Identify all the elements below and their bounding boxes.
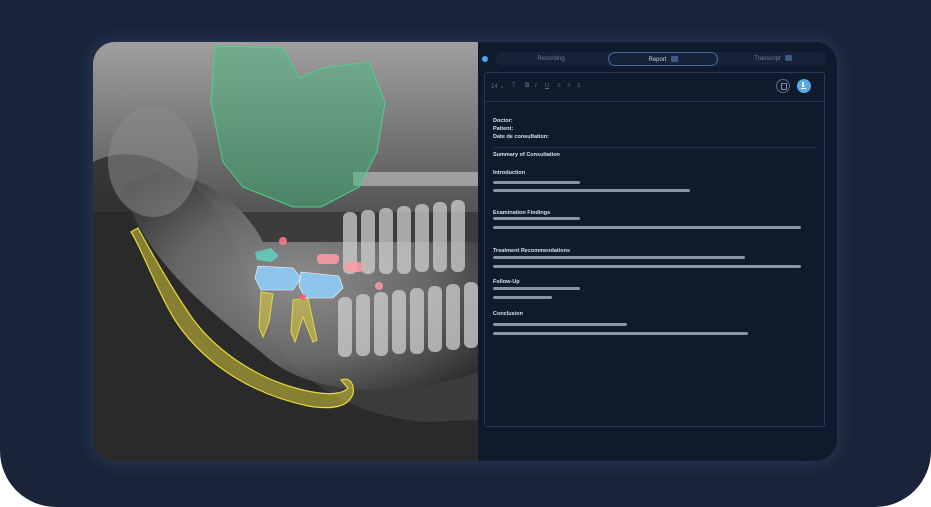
doctor-label: Doctor: (493, 118, 513, 124)
lesion-annotation-2[interactable] (317, 254, 339, 264)
patient-label: Patient: (493, 126, 514, 132)
align-right-button[interactable]: ≡ (577, 83, 581, 89)
report-tab-icon (670, 56, 678, 63)
tab-report[interactable]: Report (608, 52, 718, 66)
bold-button[interactable]: B (525, 83, 529, 89)
copy-icon[interactable] (776, 79, 790, 93)
xray-viewer[interactable] (93, 42, 478, 461)
section-title-examination: Examination Findings (493, 210, 551, 216)
app-background: Recording Report Transcript 14 ⌄ T B I U… (0, 0, 931, 507)
crown-annotation-1[interactable] (254, 265, 302, 291)
condyle-region (108, 107, 198, 217)
text-placeholder-line (493, 217, 580, 220)
section-title-introduction: Introduction (493, 170, 526, 176)
download-icon[interactable] (797, 79, 811, 93)
text-style-button[interactable]: T (512, 83, 516, 89)
text-placeholder-line (493, 332, 748, 335)
underline-button[interactable]: U (545, 83, 549, 89)
text-placeholder-line (493, 256, 745, 259)
font-size-select[interactable]: 14 ⌄ (491, 83, 504, 90)
text-placeholder-line (493, 189, 690, 192)
align-left-button[interactable]: ≡ (557, 83, 561, 89)
report-editor[interactable]: 14 ⌄ T B I U ≡ ≡ ≡ Doctor: Patient: Date… (484, 72, 825, 427)
date-label: Date de consultation: (493, 134, 549, 140)
tab-bar: Recording Report Transcript (496, 52, 826, 66)
lesion-annotation-3[interactable] (345, 262, 363, 272)
tab-recording[interactable]: Recording (496, 52, 606, 66)
lesion-annotation-4[interactable] (375, 282, 383, 290)
section-title-follow-up: Follow-Up (493, 279, 520, 285)
crown-annotation-2[interactable] (298, 271, 344, 299)
tab-transcript[interactable]: Transcript (720, 52, 826, 66)
section-title-treatment: Treatment Recommendations (493, 248, 571, 254)
italic-button[interactable]: I (535, 83, 537, 89)
text-placeholder-line (493, 181, 580, 184)
text-placeholder-line (493, 226, 801, 229)
section-title-conclusion: Conclusion (493, 311, 523, 317)
lesion-annotation-1[interactable] (279, 237, 287, 245)
header-divider (493, 147, 817, 148)
palate-line (353, 172, 478, 186)
summary-title: Summary of Consultation (493, 152, 560, 158)
transcript-tab-icon (784, 55, 792, 62)
text-placeholder-line (493, 296, 552, 299)
logo-dot-icon (482, 56, 488, 62)
report-panel: Recording Report Transcript 14 ⌄ T B I U… (478, 42, 837, 461)
text-placeholder-line (493, 265, 801, 268)
lesion-annotation-5[interactable] (300, 294, 306, 300)
device-frame: Recording Report Transcript 14 ⌄ T B I U… (93, 42, 837, 461)
text-placeholder-line (493, 323, 627, 326)
editor-toolbar: 14 ⌄ T B I U ≡ ≡ ≡ (485, 73, 824, 102)
align-center-button[interactable]: ≡ (567, 83, 571, 89)
text-placeholder-line (493, 287, 580, 290)
